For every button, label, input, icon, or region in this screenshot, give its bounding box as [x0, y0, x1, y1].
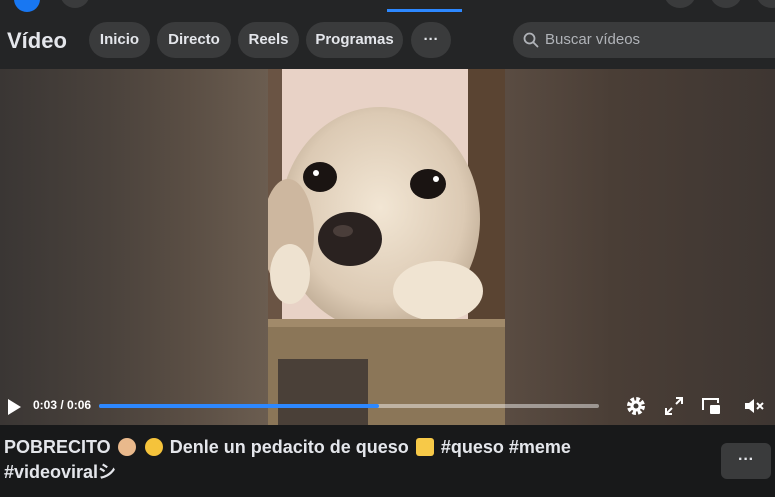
messenger-circle-button[interactable]: [710, 0, 742, 8]
global-nav-bar: [0, 0, 775, 12]
menu-circle-button[interactable]: [664, 0, 696, 8]
tab-inicio[interactable]: Inicio: [89, 22, 150, 58]
dog-video-image: [268, 69, 505, 425]
caption-text: Denle un pedacito de queso: [169, 437, 409, 457]
hashtags-line2[interactable]: #videoviralシ: [4, 462, 116, 482]
video-blur-left: [0, 69, 268, 425]
time-display: 0:03 / 0:06: [33, 398, 92, 412]
tab-reels[interactable]: Reels: [238, 22, 299, 58]
tab-programas[interactable]: Programas: [306, 22, 403, 58]
crying-face-emoji: [144, 438, 163, 456]
notifications-circle-button[interactable]: [756, 0, 775, 8]
player-controls: 0:03 / 0:06: [0, 389, 775, 425]
more-tabs-button[interactable]: ···: [411, 22, 451, 58]
picture-in-picture-icon[interactable]: [700, 395, 722, 417]
page-title: Vídeo: [7, 28, 67, 53]
video-header: Vídeo Inicio Directo Reels Programas ···…: [0, 12, 775, 69]
more-options-button[interactable]: ···: [721, 443, 771, 479]
video-blur-right: [505, 69, 775, 425]
search-circle-button[interactable]: [60, 0, 90, 8]
hashtags-line1[interactable]: #queso #meme: [441, 437, 571, 457]
progress-bar[interactable]: [99, 404, 599, 408]
puppy-face-emoji: [117, 438, 136, 456]
fullscreen-icon[interactable]: [663, 395, 685, 417]
cheese-emoji: [415, 438, 434, 456]
post-caption: POBRECITO Denle un pedacito de queso #qu…: [4, 435, 704, 485]
search-placeholder: Buscar vídeos: [545, 31, 641, 48]
settings-icon[interactable]: [625, 395, 647, 417]
volume-icon[interactable]: [743, 395, 765, 417]
search-input[interactable]: Buscar vídeos: [513, 22, 775, 58]
caption-title: POBRECITO: [4, 437, 111, 457]
play-icon[interactable]: [6, 398, 22, 416]
search-icon: [523, 32, 539, 48]
tab-directo[interactable]: Directo: [157, 22, 231, 58]
progress-fill: [99, 404, 379, 408]
video-frame: [268, 69, 505, 425]
facebook-logo-icon[interactable]: [14, 0, 40, 12]
video-player[interactable]: 0:03 / 0:06: [0, 69, 775, 425]
